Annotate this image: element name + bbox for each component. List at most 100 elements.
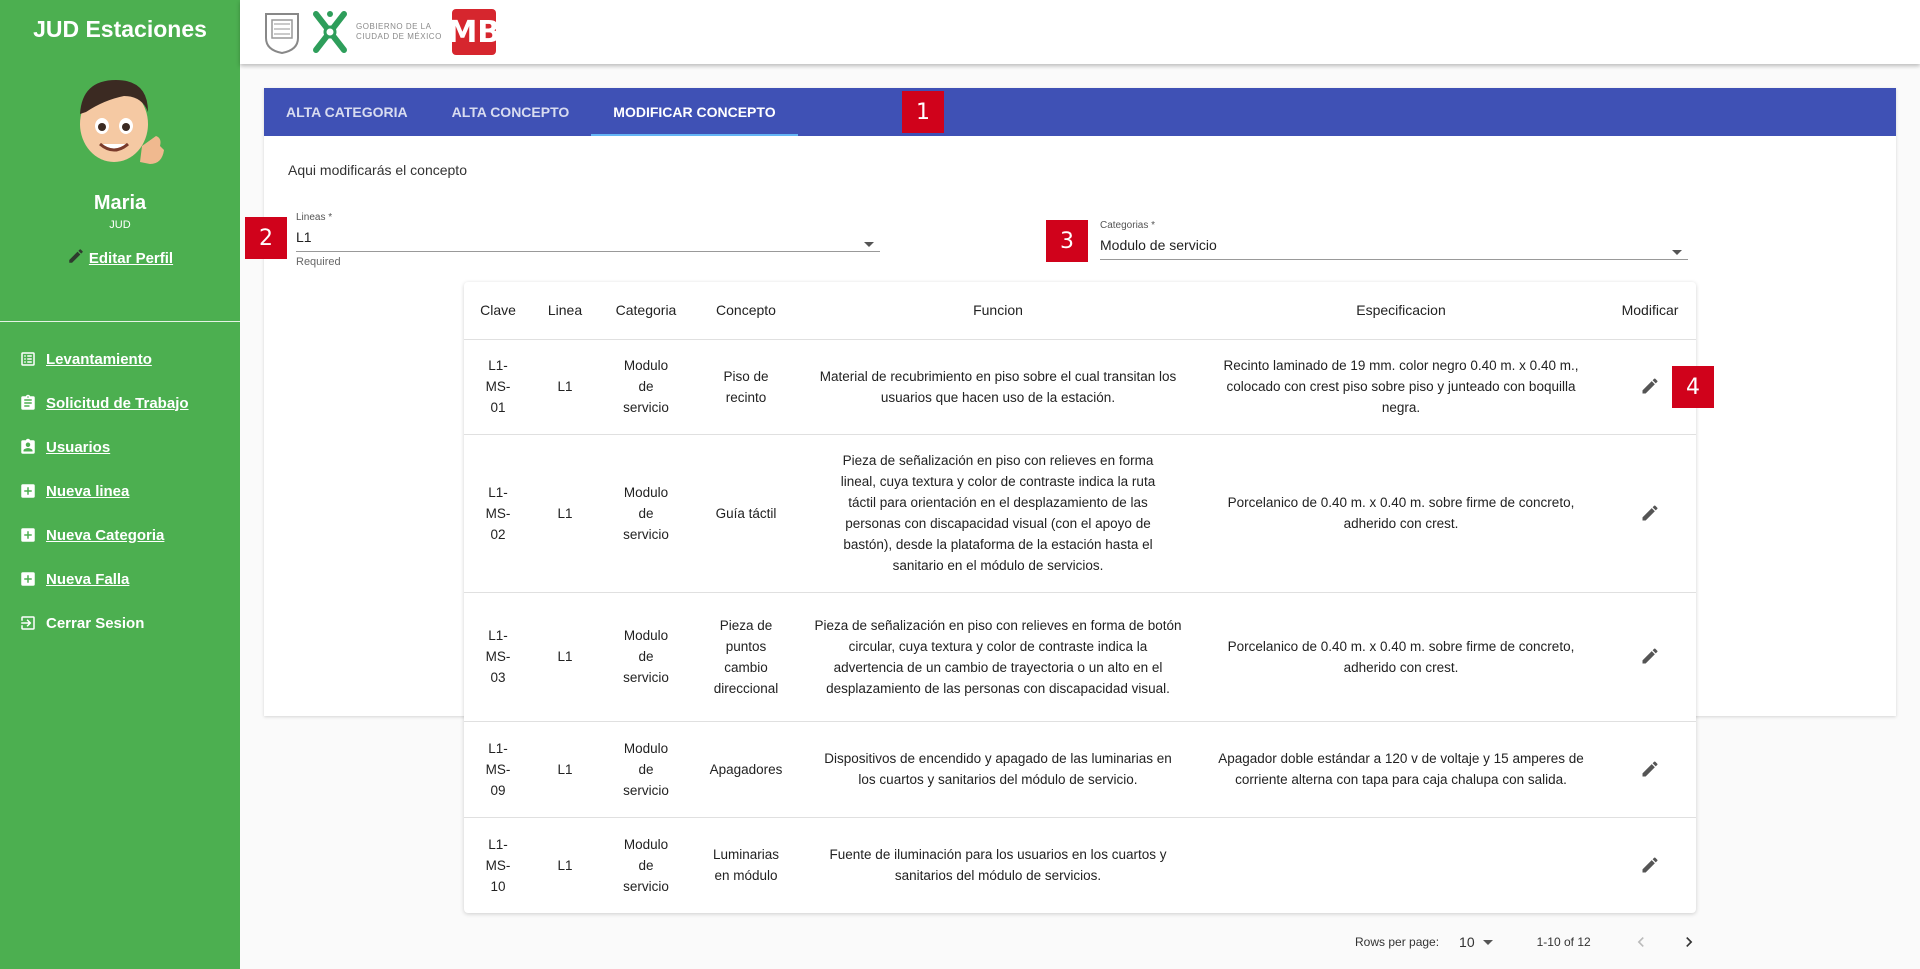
sidebar-item-nueva-linea[interactable]: Nueva linea: [0, 469, 240, 513]
cell-concepto: Apagadores: [694, 721, 798, 818]
cell-clave: L1-MS-10: [485, 836, 511, 894]
pencil-icon: [1642, 648, 1658, 664]
categorias-select[interactable]: Categorias * Modulo de servicio: [1100, 220, 1688, 260]
table-pagination: Rows per page: 10 1-10 of 12: [1355, 930, 1701, 954]
sidebar: JUD Estaciones Maria JUD Editar Perfil L…: [0, 0, 240, 969]
app-title: JUD Estaciones: [33, 16, 207, 42]
pencil-icon: [67, 247, 85, 269]
cdmx-logo: GOBIERNO DE LA CIUDAD DE MÉXICO: [310, 8, 442, 56]
sidebar-item-levantamiento[interactable]: Levantamiento: [0, 337, 240, 381]
edit-profile-link[interactable]: Editar Perfil: [0, 247, 240, 269]
cell-especificacion: Recinto laminado de 19 mm. color negro 0…: [1198, 339, 1604, 435]
column-header-concepto[interactable]: Concepto: [694, 282, 798, 340]
sidebar-item-cerrar-sesion[interactable]: Cerrar Sesion: [0, 601, 240, 645]
tab-modificar-concepto[interactable]: MODIFICAR CONCEPTO: [591, 88, 798, 136]
column-header-especificacion[interactable]: Especificacion: [1198, 282, 1604, 340]
intro-text: Aqui modificarás el concepto: [288, 162, 467, 178]
exit-icon: [19, 614, 37, 632]
cell-clave: L1-MS-03: [464, 592, 532, 722]
annotation-badge-1: 1: [902, 91, 944, 133]
lineas-underline: [296, 251, 880, 252]
top-header: GOBIERNO DE LA CIUDAD DE MÉXICO MB: [240, 0, 1920, 64]
plus-box-icon: [19, 482, 37, 500]
chevron-down-icon: [1482, 939, 1493, 945]
sidebar-item-label: Nueva Categoria: [46, 526, 165, 544]
concepts-table: Clave Linea Categoria Concepto Funcion E…: [464, 282, 1696, 913]
cell-linea: L1: [557, 857, 573, 873]
edit-button[interactable]: [1635, 498, 1665, 528]
rows-per-page-value: 10: [1459, 934, 1475, 950]
list-icon: [19, 350, 37, 368]
clipboard-icon: [19, 394, 37, 412]
cell-categoria: Modulo de servicio: [598, 592, 694, 722]
sidebar-item-solicitud[interactable]: Solicitud de Trabajo: [0, 381, 240, 425]
sidebar-item-nueva-categoria[interactable]: Nueva Categoria: [0, 513, 240, 557]
sidebar-item-label: Nueva linea: [46, 482, 130, 500]
tab-alta-categoria[interactable]: ALTA CATEGORIA: [264, 88, 430, 136]
tab-bar: ALTA CATEGORIA ALTA CONCEPTO MODIFICAR C…: [264, 88, 1896, 136]
next-page-button[interactable]: [1677, 930, 1701, 954]
sidebar-item-label: Levantamiento: [46, 350, 152, 368]
column-header-linea[interactable]: Linea: [532, 282, 598, 340]
logo-text-line1: GOBIERNO DE LA: [356, 22, 432, 31]
cell-clave: L1-MS-01: [464, 339, 532, 435]
cell-concepto: Luminarias en módulo: [712, 847, 780, 884]
table-row: L1-MS-01 L1 Modulo de servicio Piso de r…: [464, 339, 1696, 435]
lineas-value: L1: [296, 229, 312, 245]
avatar: [64, 66, 176, 178]
sidebar-item-label: Usuarios: [46, 438, 111, 456]
chevron-down-icon: [864, 242, 874, 247]
cell-funcion: Pieza de señalización en piso con reliev…: [798, 592, 1198, 722]
cell-categoria: Modulo de servicio: [598, 339, 694, 435]
cell-linea: L1: [532, 339, 598, 435]
cell-funcion: Material de recubrimiento en piso sobre …: [798, 339, 1198, 435]
cell-categoria: Modulo de servicio: [598, 721, 694, 818]
chevron-right-icon: [1685, 937, 1693, 947]
cell-linea: L1: [532, 592, 598, 722]
sidebar-item-usuarios[interactable]: Usuarios: [0, 425, 240, 469]
annotation-badge-3: 3: [1046, 220, 1088, 262]
edit-button[interactable]: [1635, 850, 1665, 880]
cdmx-emblem-icon: [313, 11, 347, 53]
plus-box-icon: [19, 570, 37, 588]
cell-concepto: Guía táctil: [694, 434, 798, 593]
cell-categoria: Modulo de servicio: [623, 836, 669, 894]
cell-funcion: Dispositivos de encendido y apagado de l…: [798, 721, 1198, 818]
sidebar-item-label: Nueva Falla: [46, 570, 130, 588]
column-header-funcion[interactable]: Funcion: [798, 282, 1198, 340]
cell-especificacion: Apagador doble estándar a 120 v de volta…: [1198, 721, 1604, 818]
chevron-down-icon: [1672, 250, 1682, 255]
column-header-categoria[interactable]: Categoria: [598, 282, 694, 340]
pencil-icon: [1642, 857, 1658, 873]
rows-per-page-label: Rows per page:: [1355, 935, 1440, 949]
cell-funcion: Pieza de señalización en piso con reliev…: [798, 434, 1198, 593]
pencil-icon: [1642, 760, 1658, 776]
categorias-underline: [1100, 259, 1688, 260]
cell-clave: L1-MS-09: [464, 721, 532, 818]
cell-especificacion: Porcelanico de 0.40 m. x 0.40 m. sobre f…: [1198, 434, 1604, 593]
lineas-helper: Required: [296, 256, 341, 268]
profile-name: Maria: [93, 192, 147, 214]
sidebar-nav: Levantamiento Solicitud de Trabajo Usuar…: [0, 337, 240, 645]
table-row: L1-MS-02 L1 Modulo de servicio Guía táct…: [464, 434, 1696, 593]
edit-button[interactable]: [1635, 754, 1665, 784]
table-header-row: Clave Linea Categoria Concepto Funcion E…: [464, 282, 1696, 340]
user-badge-icon: [19, 438, 37, 456]
rows-per-page-select[interactable]: 10: [1459, 934, 1493, 950]
sidebar-item-nueva-falla[interactable]: Nueva Falla: [0, 557, 240, 601]
cell-categoria: Modulo de servicio: [598, 434, 694, 593]
table-row: L1-MS-10 L1 Modulo de servicio Luminaria…: [464, 817, 1696, 913]
tab-alta-concepto[interactable]: ALTA CONCEPTO: [430, 88, 592, 136]
cell-especificacion: Porcelanico de 0.40 m. x 0.40 m. sobre f…: [1198, 592, 1604, 722]
column-header-clave[interactable]: Clave: [464, 282, 532, 340]
sidebar-item-label: Solicitud de Trabajo: [46, 394, 189, 412]
edit-button[interactable]: [1635, 641, 1665, 671]
cell-concepto: Pieza de puntos cambio direccional: [694, 592, 798, 722]
lineas-select[interactable]: Lineas * L1 Required: [296, 212, 880, 268]
annotation-badge-2: 2: [245, 217, 287, 259]
previous-page-button[interactable]: [1629, 930, 1653, 954]
categorias-label: Categorias *: [1100, 220, 1156, 231]
edit-button[interactable]: [1635, 371, 1665, 401]
cell-linea: L1: [532, 434, 598, 593]
pencil-icon: [1642, 504, 1658, 520]
